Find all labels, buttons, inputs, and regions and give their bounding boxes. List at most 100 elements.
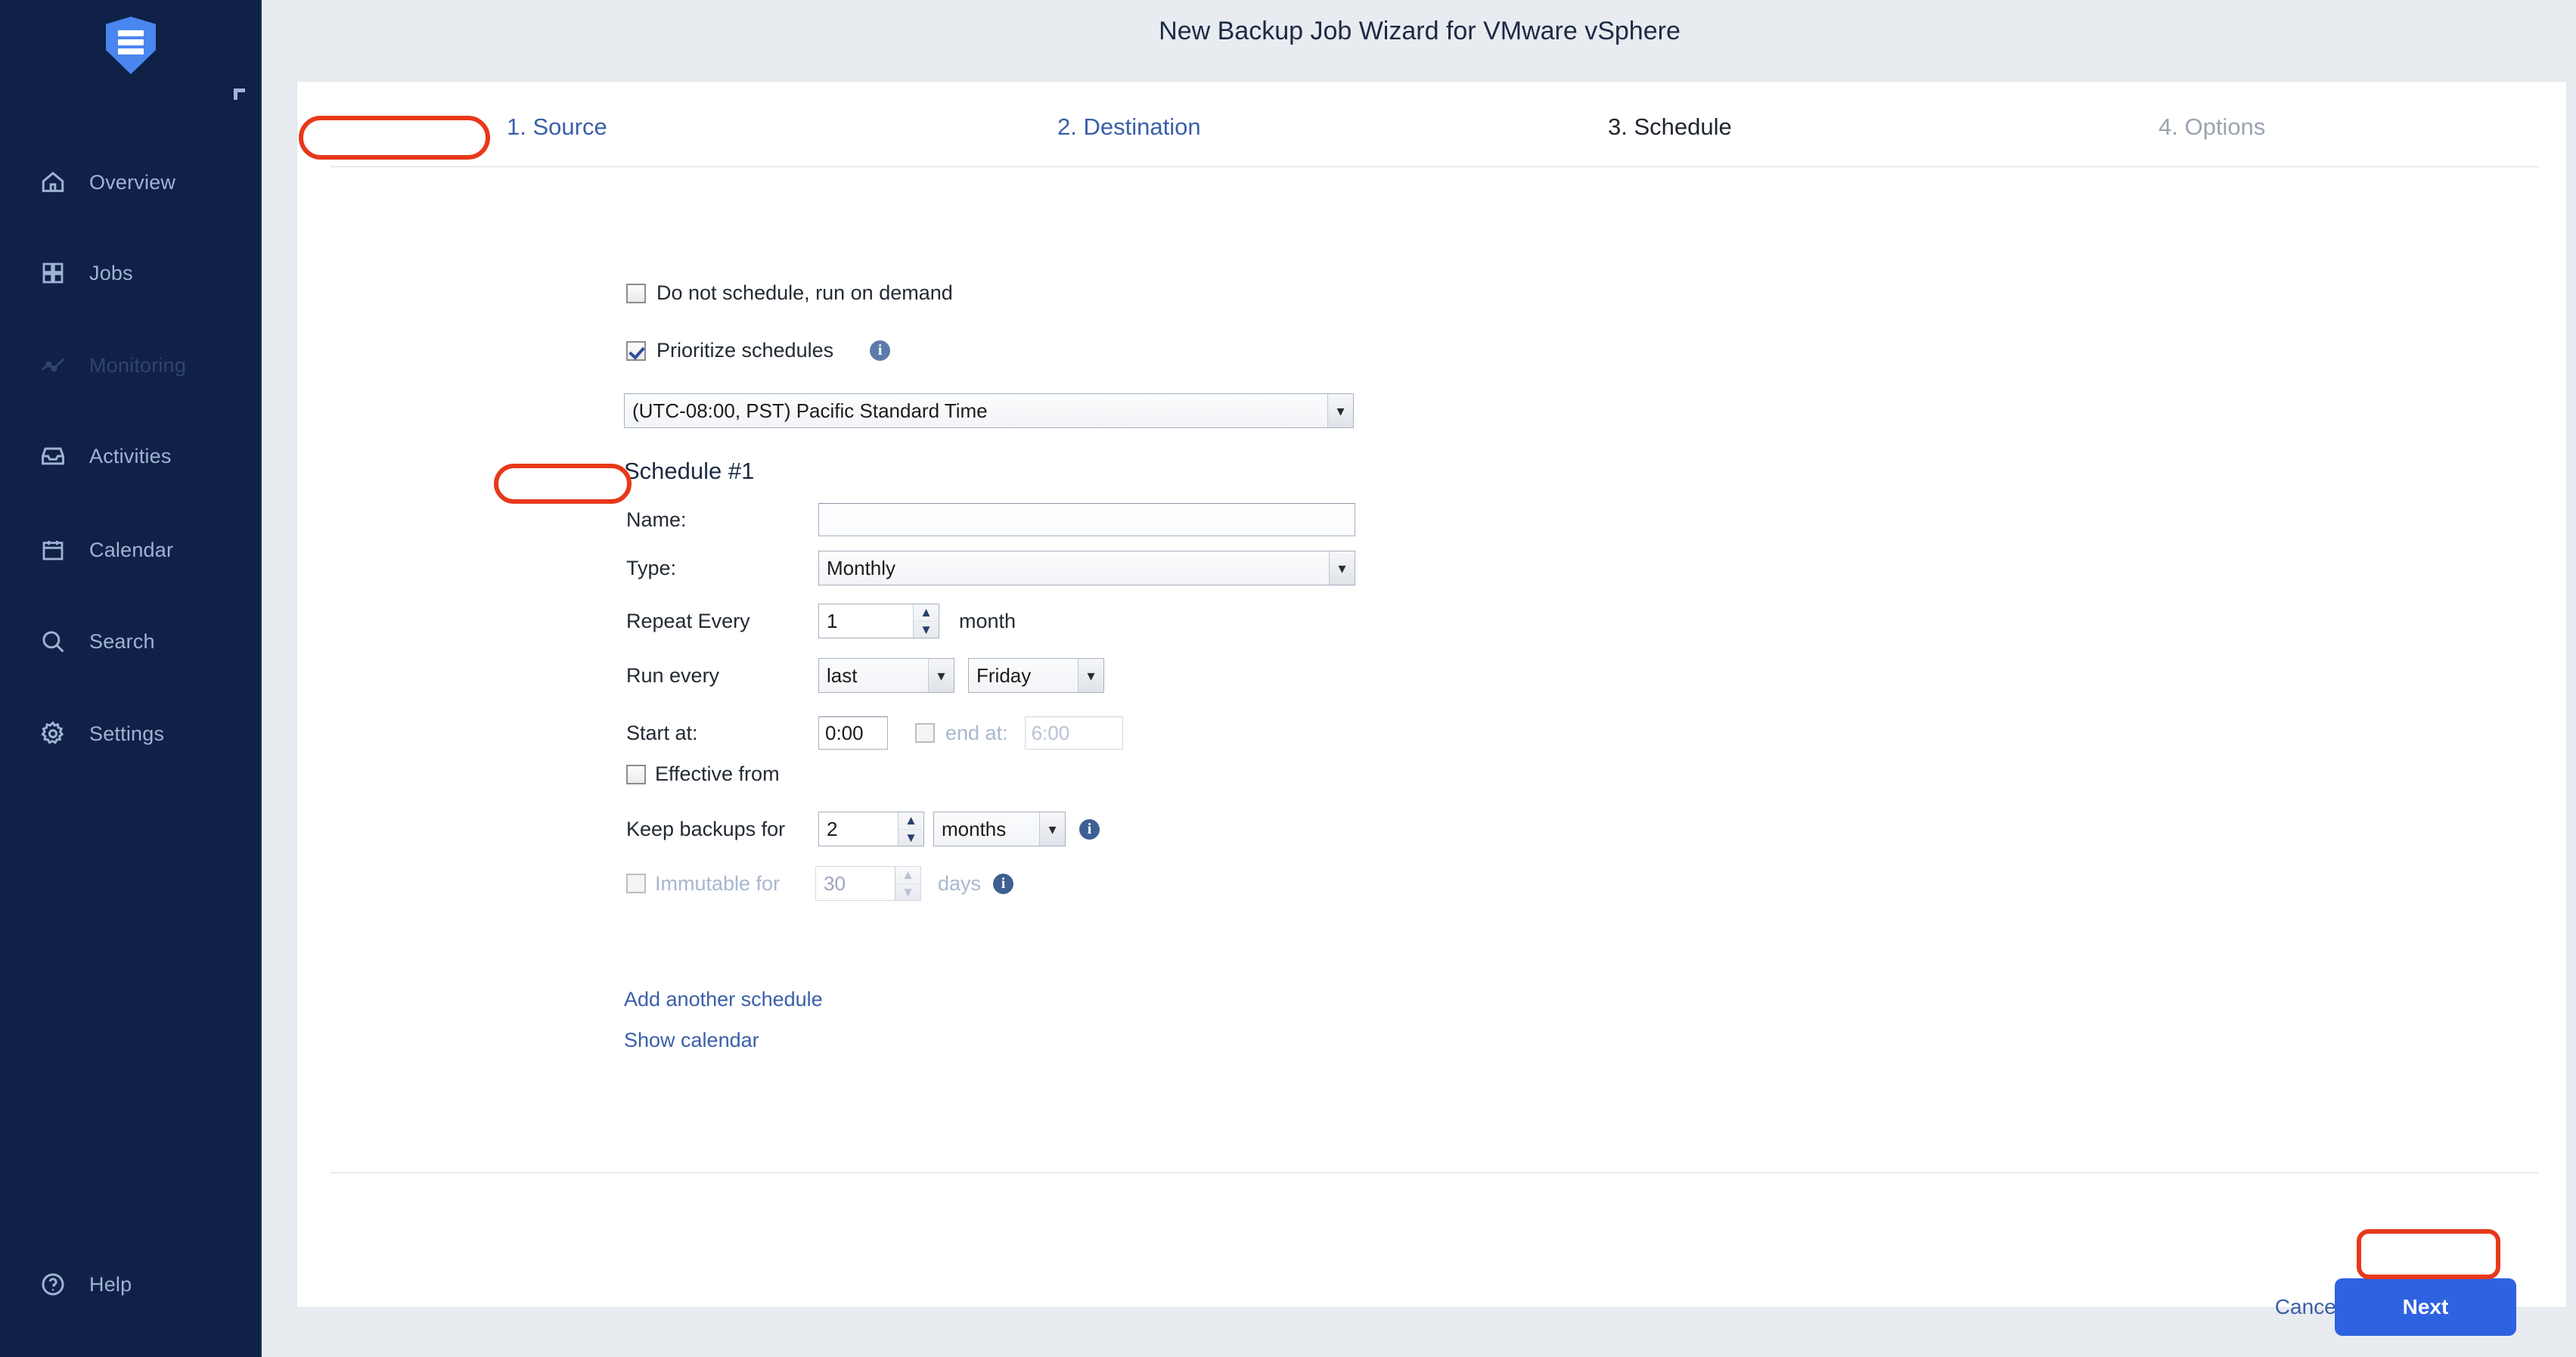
prioritize-schedules-checkbox[interactable] — [626, 340, 646, 361]
sidebar-item-label: Calendar — [89, 538, 174, 561]
repeat-every-unit: month — [959, 609, 1016, 632]
caret-up-icon[interactable]: ▲ — [914, 604, 939, 622]
inbox-icon — [33, 443, 73, 469]
repeat-every-row: Repeat Every 1 ▲ ▼ month — [626, 604, 1016, 638]
add-another-schedule-link[interactable]: Add another schedule — [624, 988, 823, 1011]
tab-source[interactable]: 1. Source — [507, 113, 607, 141]
home-icon — [33, 169, 73, 195]
sidebar-item-label: Activities — [89, 444, 172, 467]
info-icon[interactable]: i — [1079, 818, 1100, 840]
sidebar-item-label: Monitoring — [89, 353, 187, 377]
type-label: Type: — [626, 556, 677, 579]
chevron-down-icon: ▾ — [1327, 394, 1353, 427]
do-not-schedule-checkbox[interactable] — [626, 283, 646, 303]
info-icon[interactable]: i — [993, 873, 1014, 894]
schedule-type-value: Monthly — [827, 556, 896, 579]
sidebar-item-label: Help — [89, 1272, 132, 1296]
immutable-label: Immutable for — [655, 871, 781, 895]
effective-from-row: Effective from — [626, 762, 780, 786]
sidebar-item-label: Search — [89, 629, 155, 653]
caret-down-icon: ▼ — [902, 884, 914, 899]
repeat-every-label: Repeat Every — [626, 609, 750, 632]
run-every-weekday-select[interactable]: Friday ▾ — [968, 658, 1104, 693]
name-label: Name: — [626, 508, 687, 531]
immutable-value: 30 — [824, 871, 846, 895]
sidebar: Overview Jobs Monitoring Activities Cale… — [0, 0, 262, 1357]
sidebar-item-monitoring[interactable]: Monitoring — [0, 343, 262, 388]
sidebar-item-activities[interactable]: Activities — [0, 433, 262, 479]
prioritize-schedules-label: Prioritize schedules — [656, 339, 834, 362]
show-calendar-link[interactable]: Show calendar — [624, 1029, 759, 1052]
cancel-button[interactable]: Cancel — [2275, 1295, 2341, 1319]
keep-backups-row: Keep backups for 2 ▲ ▼ months ▾ i — [626, 812, 1100, 846]
keep-backups-stepper[interactable]: 2 ▲ ▼ — [818, 812, 924, 846]
run-every-weekday-value: Friday — [976, 663, 1032, 687]
next-button[interactable]: Next — [2335, 1278, 2516, 1336]
schedule-type-select[interactable]: Monthly ▾ — [818, 551, 1355, 585]
effective-from-label: Effective from — [655, 762, 780, 785]
start-at-label: Start at: — [626, 721, 698, 744]
run-every-row: Run every last ▾ Friday ▾ — [626, 658, 1104, 693]
start-at-row: Start at: 0:00 end at: 6:00 — [626, 716, 1123, 750]
calendar-icon — [33, 538, 73, 562]
sidebar-item-calendar[interactable]: Calendar — [0, 527, 262, 573]
run-every-ordinal-select[interactable]: last ▾ — [818, 658, 954, 693]
start-at-input[interactable]: 0:00 — [818, 716, 888, 750]
app-logo[interactable] — [0, 17, 262, 74]
immutable-stepper-buttons: ▲ ▼ — [895, 867, 920, 900]
caret-up-icon[interactable]: ▲ — [898, 812, 923, 830]
sidebar-item-label: Overview — [89, 170, 176, 194]
end-at-checkbox[interactable] — [915, 723, 935, 743]
wizard-panel: 1. Source 2. Destination 3. Schedule 4. … — [297, 82, 2566, 1336]
run-every-label: Run every — [626, 663, 720, 687]
tabs-divider — [331, 166, 2539, 167]
run-every-ordinal-value: last — [827, 663, 858, 687]
sidebar-item-overview[interactable]: Overview — [0, 160, 262, 205]
info-icon[interactable]: i — [870, 340, 891, 361]
chevron-down-icon: ▾ — [1039, 812, 1065, 846]
gear-icon — [33, 721, 73, 747]
name-row: Name: — [626, 503, 1383, 536]
corner-collapse-icon[interactable] — [234, 88, 245, 100]
do-not-schedule-label: Do not schedule, run on demand — [656, 281, 953, 304]
wizard-steps: 1. Source 2. Destination 3. Schedule 4. … — [297, 82, 2566, 166]
sidebar-item-help[interactable]: Help — [0, 1262, 262, 1307]
prioritize-schedules-row: Prioritize schedules i — [626, 339, 891, 362]
repeat-every-stepper-buttons[interactable]: ▲ ▼ — [913, 604, 939, 638]
caret-down-icon[interactable]: ▼ — [898, 830, 923, 846]
immutable-stepper: 30 ▲ ▼ — [815, 866, 921, 901]
page-title: New Backup Job Wizard for VMware vSphere — [1159, 17, 1681, 45]
immutable-unit: days — [938, 871, 982, 895]
sidebar-item-label: Settings — [89, 722, 165, 745]
schedule-name-input[interactable] — [818, 503, 1355, 536]
do-not-schedule-row: Do not schedule, run on demand — [626, 281, 953, 305]
keep-backups-unit-select[interactable]: months ▾ — [933, 812, 1066, 846]
search-icon — [33, 629, 73, 654]
sidebar-item-label: Jobs — [89, 261, 133, 284]
tab-schedule[interactable]: 3. Schedule — [1608, 113, 1732, 141]
repeat-every-value: 1 — [827, 609, 838, 632]
type-row: Type: Monthly ▾ — [626, 551, 1383, 585]
end-at-label: end at: — [945, 721, 1008, 744]
grid-icon — [33, 261, 73, 285]
sidebar-item-jobs[interactable]: Jobs — [0, 250, 262, 296]
immutable-checkbox — [626, 874, 646, 893]
immutable-row: Immutable for 30 ▲ ▼ days i — [626, 866, 1014, 901]
sidebar-item-search[interactable]: Search — [0, 619, 262, 664]
caret-up-icon: ▲ — [895, 867, 920, 884]
caret-down-icon[interactable]: ▼ — [914, 622, 939, 638]
effective-from-checkbox[interactable] — [626, 764, 646, 784]
line-chart-icon — [33, 352, 73, 378]
chevron-down-icon: ▾ — [1078, 659, 1103, 692]
timezone-select[interactable]: (UTC-08:00, PST) Pacific Standard Time ▾ — [624, 393, 1354, 428]
keep-backups-value: 2 — [827, 817, 838, 840]
chevron-down-icon: ▾ — [928, 659, 954, 692]
main-content: New Backup Job Wizard for VMware vSphere… — [263, 0, 2576, 1357]
tab-destination[interactable]: 2. Destination — [1057, 113, 1201, 141]
keep-backups-unit-value: months — [942, 817, 1007, 840]
sidebar-item-settings[interactable]: Settings — [0, 711, 262, 756]
repeat-every-stepper[interactable]: 1 ▲ ▼ — [818, 604, 939, 638]
question-circle-icon — [33, 1272, 73, 1297]
chevron-down-icon: ▾ — [1329, 551, 1355, 585]
keep-backups-stepper-buttons[interactable]: ▲ ▼ — [898, 812, 923, 846]
